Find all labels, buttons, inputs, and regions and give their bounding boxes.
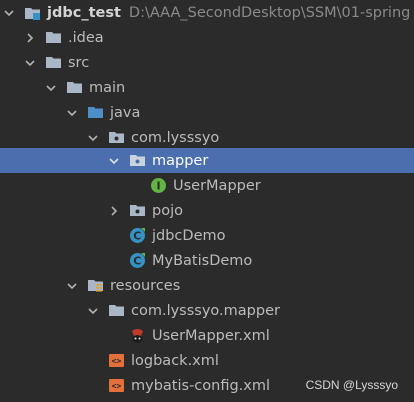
tree-item-main[interactable]: main (0, 75, 414, 100)
chevron-down-icon[interactable] (87, 132, 99, 144)
xml-icon: <> (108, 377, 125, 394)
tree-item-label: resources (110, 277, 181, 294)
tree-item-usermapper[interactable]: I UserMapper (0, 173, 414, 198)
tree-item-package[interactable]: com.lysssyo (0, 125, 414, 150)
chevron-down-icon[interactable] (45, 82, 57, 94)
chevron-right-icon[interactable] (108, 205, 120, 217)
tree-item-label: com.lysssyo (131, 129, 220, 146)
folder-icon (66, 79, 83, 96)
chevron-down-icon[interactable] (66, 107, 78, 119)
tree-item-label: logback.xml (131, 352, 219, 369)
tree-item-logback[interactable]: <> logback.xml (0, 348, 414, 373)
tree-item-resources[interactable]: resources (0, 273, 414, 298)
chevron-down-icon[interactable] (108, 155, 120, 167)
svg-text:I: I (156, 180, 160, 193)
project-tree: jdbc_test D:\AAA_SecondDesktop\SSM\01-sp… (0, 0, 414, 402)
folder-icon (45, 29, 62, 46)
class-icon: C (129, 252, 146, 269)
tree-item-label: java (110, 104, 141, 121)
chevron-down-icon[interactable] (87, 305, 99, 317)
tree-item-label: mybatis-config.xml (131, 377, 271, 394)
chevron-down-icon[interactable] (24, 57, 36, 69)
tree-item-label: jdbcDemo (152, 227, 226, 244)
folder-icon (108, 302, 125, 319)
package-icon (129, 202, 146, 219)
tree-item-resource-package[interactable]: com.lysssyo.mapper (0, 298, 414, 323)
tree-item-idea[interactable]: .idea (0, 25, 414, 50)
tree-item-mybatisdemo[interactable]: C MyBatisDemo (0, 248, 414, 273)
module-icon (24, 4, 41, 21)
tree-item-root[interactable]: jdbc_test D:\AAA_SecondDesktop\SSM\01-sp… (0, 0, 414, 25)
mybatis-icon (129, 327, 146, 344)
class-icon: C (129, 227, 146, 244)
svg-text:C: C (133, 255, 141, 268)
chevron-down-icon[interactable] (66, 280, 78, 292)
tree-item-label: MyBatisDemo (152, 252, 253, 269)
tree-item-pojo[interactable]: pojo (0, 198, 414, 223)
tree-item-usermapper-xml[interactable]: UserMapper.xml (0, 323, 414, 348)
tree-item-label: .idea (68, 29, 104, 46)
svg-text:<>: <> (112, 357, 122, 366)
source-folder-icon (87, 104, 104, 121)
chevron-right-icon[interactable] (24, 32, 36, 44)
resources-folder-icon (87, 277, 104, 294)
tree-item-label: src (68, 54, 90, 71)
tree-item-label: mapper (152, 152, 209, 169)
tree-item-label: UserMapper (173, 177, 261, 194)
tree-item-label: pojo (152, 202, 183, 219)
xml-icon: <> (108, 352, 125, 369)
chevron-down-icon[interactable] (3, 7, 15, 19)
package-icon (129, 152, 146, 169)
tree-item-mapper[interactable]: mapper (0, 148, 414, 173)
watermark: CSDN @Lysssyo (305, 378, 398, 392)
folder-icon (45, 54, 62, 71)
svg-text:C: C (133, 230, 141, 243)
project-path: D:\AAA_SecondDesktop\SSM\01-spring (128, 4, 411, 21)
tree-item-src[interactable]: src (0, 50, 414, 75)
package-icon (108, 129, 125, 146)
project-name: jdbc_test (47, 4, 121, 21)
tree-item-java[interactable]: java (0, 100, 414, 125)
tree-item-jdbcdemo[interactable]: C jdbcDemo (0, 223, 414, 248)
tree-item-label: UserMapper.xml (152, 327, 270, 344)
tree-item-label: com.lysssyo.mapper (131, 302, 280, 319)
svg-text:<>: <> (112, 382, 122, 391)
interface-icon: I (150, 177, 167, 194)
tree-item-label: main (89, 79, 126, 96)
